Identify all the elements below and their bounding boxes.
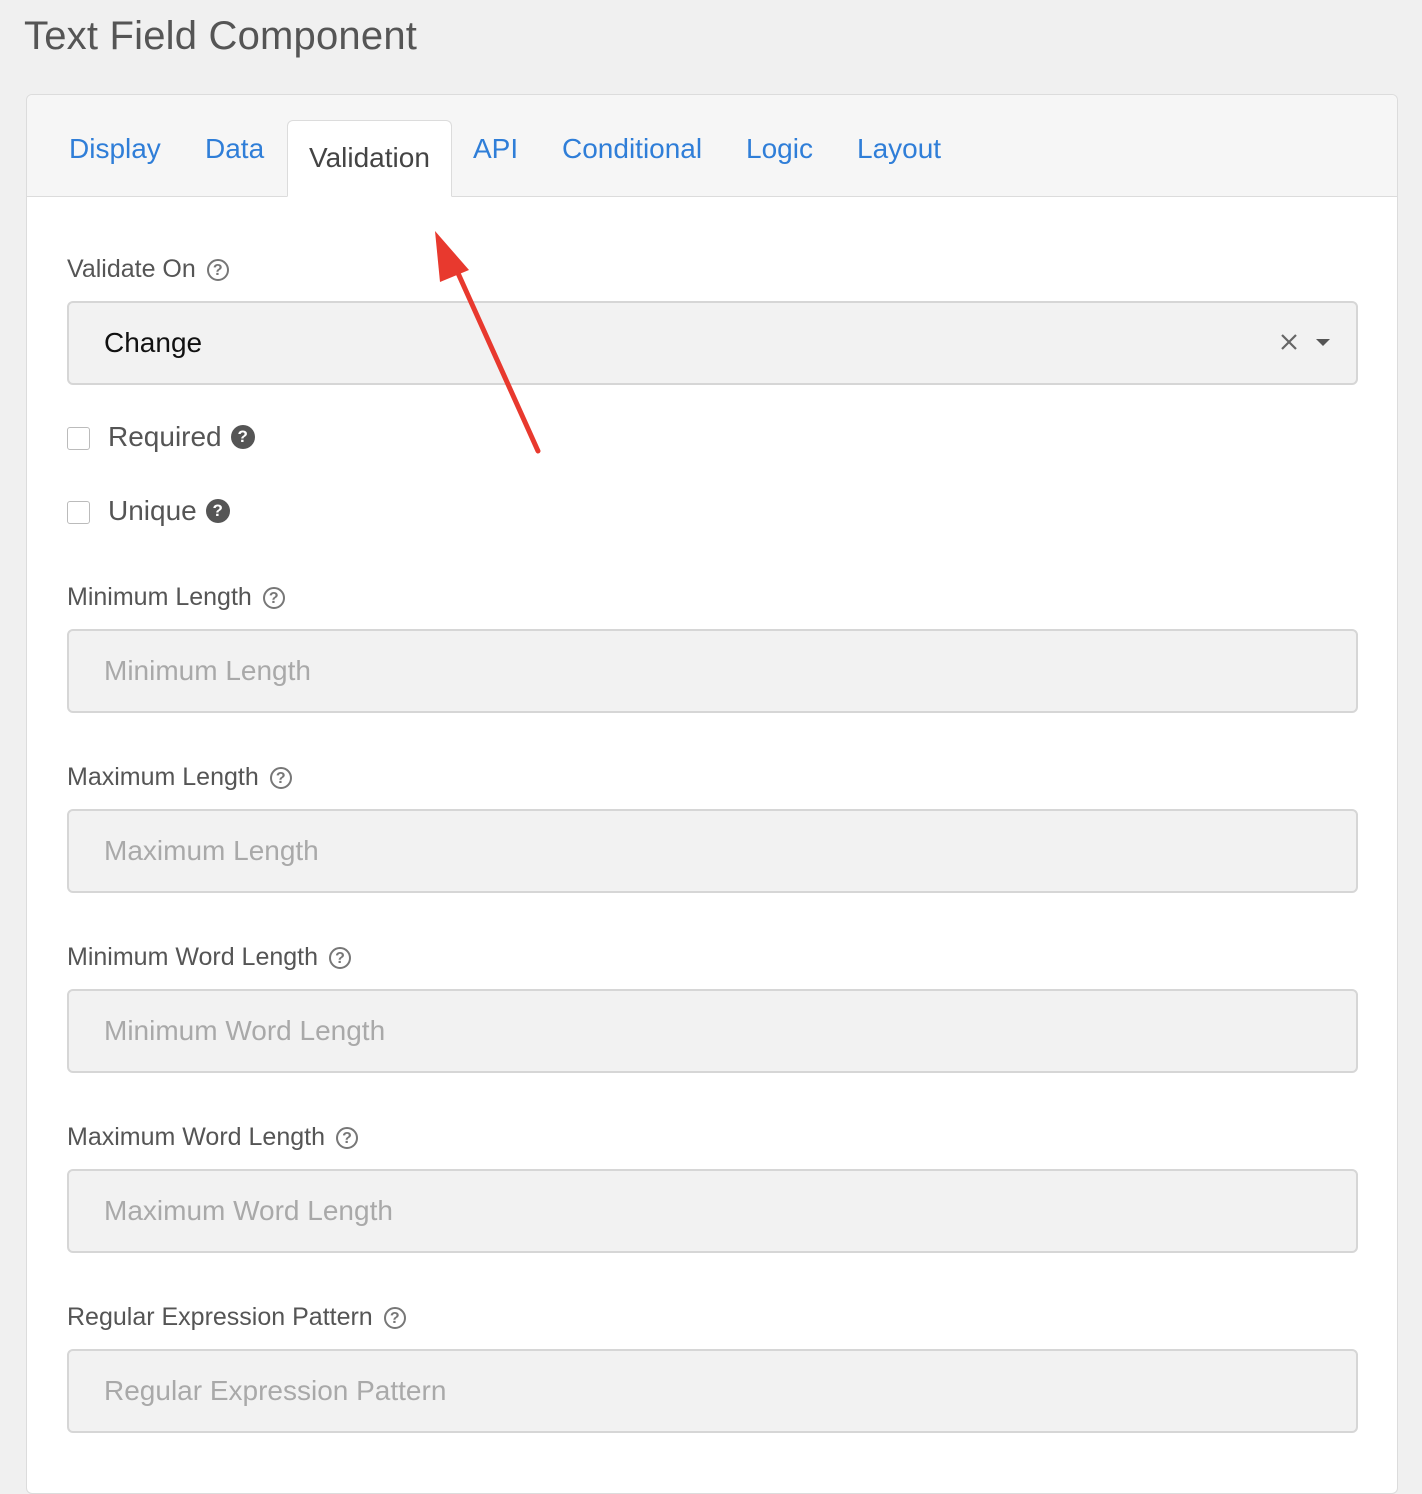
- maximum-word-length-label-text: Maximum Word Length: [67, 1123, 325, 1151]
- required-label[interactable]: Required ?: [108, 421, 255, 453]
- required-checkbox[interactable]: [67, 427, 90, 450]
- regex-pattern-label: Regular Expression Pattern ?: [67, 1303, 406, 1332]
- question-circle-filled-icon[interactable]: ?: [205, 499, 230, 523]
- tab-conditional[interactable]: Conditional: [562, 133, 702, 165]
- tab-layout[interactable]: Layout: [857, 133, 941, 165]
- question-circle-icon[interactable]: ?: [329, 946, 352, 969]
- maximum-word-length-input[interactable]: [67, 1169, 1358, 1253]
- validate-on-label: Validate On ?: [67, 255, 229, 284]
- tab-api[interactable]: API: [473, 133, 518, 165]
- tab-display[interactable]: Display: [69, 133, 161, 165]
- unique-label-text: Unique: [108, 495, 197, 526]
- question-circle-icon[interactable]: ?: [269, 766, 292, 789]
- tab-validation[interactable]: Validation: [287, 120, 452, 197]
- unique-checkbox[interactable]: [67, 501, 90, 524]
- page-title: Text Field Component: [24, 14, 418, 58]
- component-settings-card: Display Data Validation API Conditional …: [26, 94, 1398, 1494]
- maximum-length-label: Maximum Length ?: [67, 763, 292, 792]
- question-circle-icon[interactable]: ?: [262, 586, 285, 609]
- minimum-word-length-input[interactable]: [67, 989, 1358, 1073]
- required-label-text: Required: [108, 421, 222, 452]
- maximum-length-label-text: Maximum Length: [67, 763, 259, 791]
- question-circle-filled-icon[interactable]: ?: [230, 425, 255, 449]
- tab-data[interactable]: Data: [205, 133, 264, 165]
- minimum-length-input[interactable]: [67, 629, 1358, 713]
- maximum-length-input[interactable]: [67, 809, 1358, 893]
- validate-on-select[interactable]: Change: [67, 301, 1358, 385]
- validate-on-label-text: Validate On: [67, 255, 196, 283]
- validate-on-value: Change: [104, 327, 203, 358]
- tab-logic[interactable]: Logic: [746, 133, 813, 165]
- unique-label[interactable]: Unique ?: [108, 495, 230, 527]
- question-circle-icon[interactable]: ?: [335, 1126, 358, 1149]
- regex-pattern-input[interactable]: [67, 1349, 1358, 1433]
- question-circle-icon[interactable]: ?: [206, 258, 229, 281]
- minimum-word-length-label: Minimum Word Length ?: [67, 943, 352, 972]
- tab-bar: Display Data Validation API Conditional …: [27, 95, 1397, 197]
- maximum-word-length-label: Maximum Word Length ?: [67, 1123, 358, 1152]
- regex-pattern-label-text: Regular Expression Pattern: [67, 1303, 373, 1331]
- question-circle-icon[interactable]: ?: [383, 1306, 406, 1329]
- caret-down-icon[interactable]: [1316, 339, 1330, 346]
- minimum-length-label-text: Minimum Length: [67, 583, 252, 611]
- minimum-word-length-label-text: Minimum Word Length: [67, 943, 319, 971]
- close-icon[interactable]: [1278, 331, 1300, 353]
- minimum-length-label: Minimum Length ?: [67, 583, 285, 612]
